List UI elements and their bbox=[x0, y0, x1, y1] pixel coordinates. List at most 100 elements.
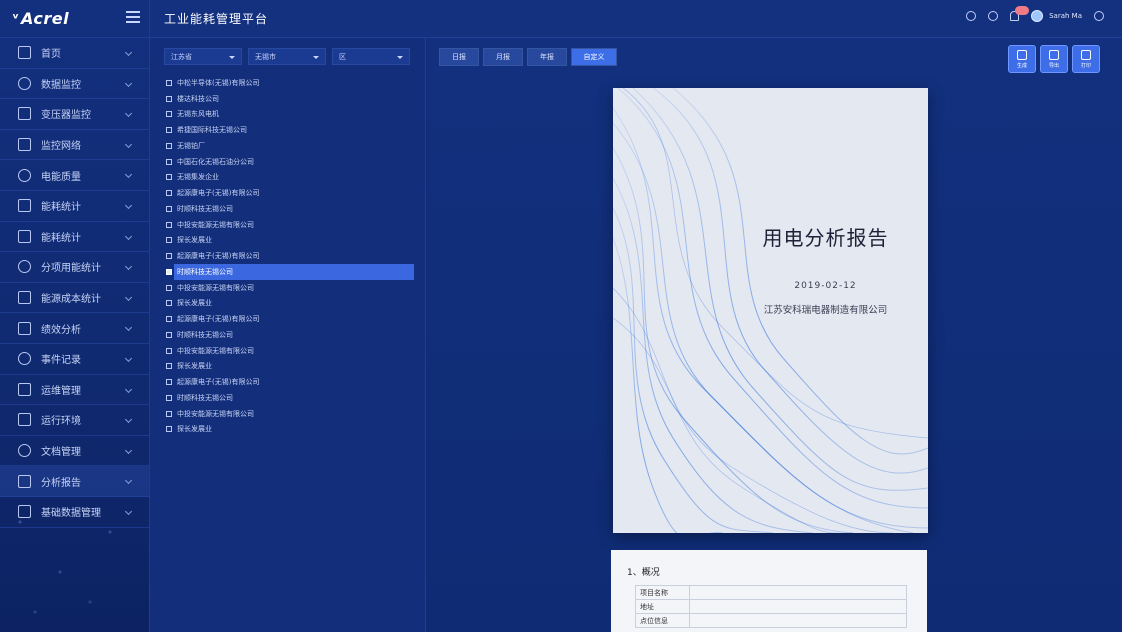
company-name: 中投安能源无锡有限公司 bbox=[177, 409, 254, 418]
sidebar-item[interactable]: 数据监控 bbox=[0, 69, 149, 100]
company-item[interactable]: 无锡集发企业 bbox=[166, 170, 416, 186]
checkbox[interactable] bbox=[166, 221, 172, 228]
sidebar-item[interactable]: 电能质量 bbox=[0, 160, 149, 191]
company-item[interactable]: 无锡铂厂 bbox=[166, 138, 416, 154]
checkbox[interactable] bbox=[166, 205, 172, 212]
checkbox[interactable] bbox=[166, 174, 172, 181]
period-tab[interactable]: 日报 bbox=[439, 48, 479, 66]
company-name: 无锡东风电机 bbox=[177, 110, 219, 119]
user-name: Sarah Ma bbox=[1049, 12, 1082, 20]
chevron-down-icon bbox=[124, 416, 133, 424]
trend-icon bbox=[18, 321, 31, 335]
row-value bbox=[689, 599, 907, 614]
search-icon[interactable] bbox=[966, 11, 977, 21]
checkbox[interactable] bbox=[166, 142, 172, 149]
company-item[interactable]: 时顺科技无锡公司 bbox=[166, 327, 416, 343]
checkbox[interactable] bbox=[166, 268, 172, 275]
company-item[interactable]: 起源康电子(无锡)有限公司 bbox=[166, 311, 416, 327]
company-item[interactable]: 时顺科技无锡公司 bbox=[166, 390, 416, 406]
city-select[interactable]: 无锡市 bbox=[248, 48, 326, 65]
sidebar-item[interactable]: 绩效分析 bbox=[0, 313, 149, 344]
print-button[interactable]: 打印 bbox=[1072, 45, 1100, 73]
company-item[interactable]: 中国石化无锡石油分公司 bbox=[166, 154, 416, 170]
checkbox[interactable] bbox=[166, 284, 172, 291]
environment-icon bbox=[18, 413, 31, 427]
checkbox[interactable] bbox=[166, 426, 172, 433]
table-row: 项目名称 bbox=[635, 585, 907, 600]
checkbox[interactable] bbox=[166, 379, 172, 386]
checkbox[interactable] bbox=[166, 410, 172, 417]
chevron-down-icon bbox=[124, 293, 133, 301]
checkbox[interactable] bbox=[166, 158, 172, 165]
checkbox[interactable] bbox=[166, 300, 172, 307]
company-item[interactable]: 探长发展业 bbox=[166, 296, 416, 312]
settings-icon[interactable] bbox=[1094, 11, 1104, 21]
report-cover: 用电分析报告 2019-02-12 江苏安科瑞电器制造有限公司 bbox=[613, 88, 928, 533]
sidebar-item[interactable]: 运维管理 bbox=[0, 375, 149, 406]
sidebar-item[interactable]: 能源成本统计 bbox=[0, 283, 149, 314]
sidebar-item[interactable]: 基础数据管理 bbox=[0, 497, 149, 528]
fullscreen-icon[interactable] bbox=[988, 11, 999, 21]
generate-icon bbox=[1017, 49, 1027, 60]
company-item[interactable]: 中投安能源无锡有限公司 bbox=[166, 280, 416, 296]
company-item[interactable]: 中投安能源无锡有限公司 bbox=[166, 217, 416, 233]
sidebar-item[interactable]: 分项用能统计 bbox=[0, 252, 149, 283]
table-row: 地址 bbox=[635, 599, 907, 614]
company-item[interactable]: 探长发展业 bbox=[166, 233, 416, 249]
company-item[interactable]: 起源康电子(无锡)有限公司 bbox=[166, 248, 416, 264]
checkbox[interactable] bbox=[166, 237, 172, 244]
sidebar-item[interactable]: 变压器监控 bbox=[0, 99, 149, 130]
checkbox[interactable] bbox=[166, 316, 172, 323]
company-item[interactable]: 无锡东风电机 bbox=[166, 107, 416, 123]
hamburger-menu-icon[interactable] bbox=[126, 11, 140, 23]
company-item[interactable]: 中松半导体(无锡)有限公司 bbox=[166, 75, 416, 91]
generate-button[interactable]: 生成 bbox=[1008, 45, 1036, 73]
company-item[interactable]: 中投安能源无锡有限公司 bbox=[166, 406, 416, 422]
sidebar-item[interactable]: 事件记录 bbox=[0, 344, 149, 375]
province-select[interactable]: 江苏省 bbox=[164, 48, 242, 65]
company-name: 中投安能源无锡有限公司 bbox=[177, 283, 254, 292]
company-name: 时顺科技无锡公司 bbox=[177, 330, 233, 339]
sidebar-item[interactable]: 运行环境 bbox=[0, 405, 149, 436]
checkbox[interactable] bbox=[166, 95, 172, 102]
nodes-icon bbox=[18, 229, 31, 243]
company-name: 起源康电子(无锡)有限公司 bbox=[177, 315, 260, 324]
user-menu[interactable]: Sarah Ma bbox=[1031, 10, 1082, 22]
company-item[interactable]: 时顺科技无锡公司 bbox=[166, 264, 414, 280]
company-item[interactable]: 中投安能源无锡有限公司 bbox=[166, 343, 416, 359]
checkbox[interactable] bbox=[166, 347, 172, 354]
checkbox[interactable] bbox=[166, 79, 172, 86]
sidebar-item[interactable]: 能耗统计 bbox=[0, 191, 149, 222]
bell-icon[interactable] bbox=[1010, 6, 1030, 21]
company-item[interactable]: 希捷国际科技无锡公司 bbox=[166, 122, 416, 138]
checkbox[interactable] bbox=[166, 331, 172, 338]
company-item[interactable]: 探长发展业 bbox=[166, 359, 416, 375]
checkbox[interactable] bbox=[166, 127, 172, 134]
company-name: 时顺科技无锡公司 bbox=[177, 393, 233, 402]
period-tab[interactable]: 自定义 bbox=[571, 48, 617, 66]
checkbox[interactable] bbox=[166, 363, 172, 370]
period-tab[interactable]: 月报 bbox=[483, 48, 523, 66]
sidebar-item[interactable]: 首页 bbox=[0, 38, 149, 69]
sidebar-item[interactable]: 分析报告 bbox=[0, 466, 149, 497]
checkbox[interactable] bbox=[166, 111, 172, 118]
sidebar-item[interactable]: 能耗统计 bbox=[0, 222, 149, 253]
checkbox[interactable] bbox=[166, 253, 172, 260]
period-tab[interactable]: 年报 bbox=[527, 48, 567, 66]
period-tabs: 日报 月报 年报 自定义 bbox=[439, 48, 617, 66]
sidebar-item-label: 能耗统计 bbox=[41, 202, 81, 214]
overview-table: 项目名称 地址 点位信息 bbox=[635, 585, 907, 628]
sidebar-item[interactable]: 文档管理 bbox=[0, 436, 149, 467]
company-item[interactable]: 起源康电子(无锡)有限公司 bbox=[166, 185, 416, 201]
company-item[interactable]: 楼达科技公司 bbox=[166, 91, 416, 107]
company-item[interactable]: 起源康电子(无锡)有限公司 bbox=[166, 374, 416, 390]
checkbox[interactable] bbox=[166, 190, 172, 197]
sidebar-item[interactable]: 监控网络 bbox=[0, 130, 149, 161]
row-key: 项目名称 bbox=[635, 585, 690, 600]
export-button[interactable]: 导出 bbox=[1040, 45, 1068, 73]
company-item[interactable]: 探长发展业 bbox=[166, 422, 416, 438]
checkbox[interactable] bbox=[166, 394, 172, 401]
company-item[interactable]: 时顺科技无锡公司 bbox=[166, 201, 416, 217]
chevron-down-icon bbox=[124, 385, 133, 393]
district-select[interactable]: 区 bbox=[332, 48, 410, 65]
